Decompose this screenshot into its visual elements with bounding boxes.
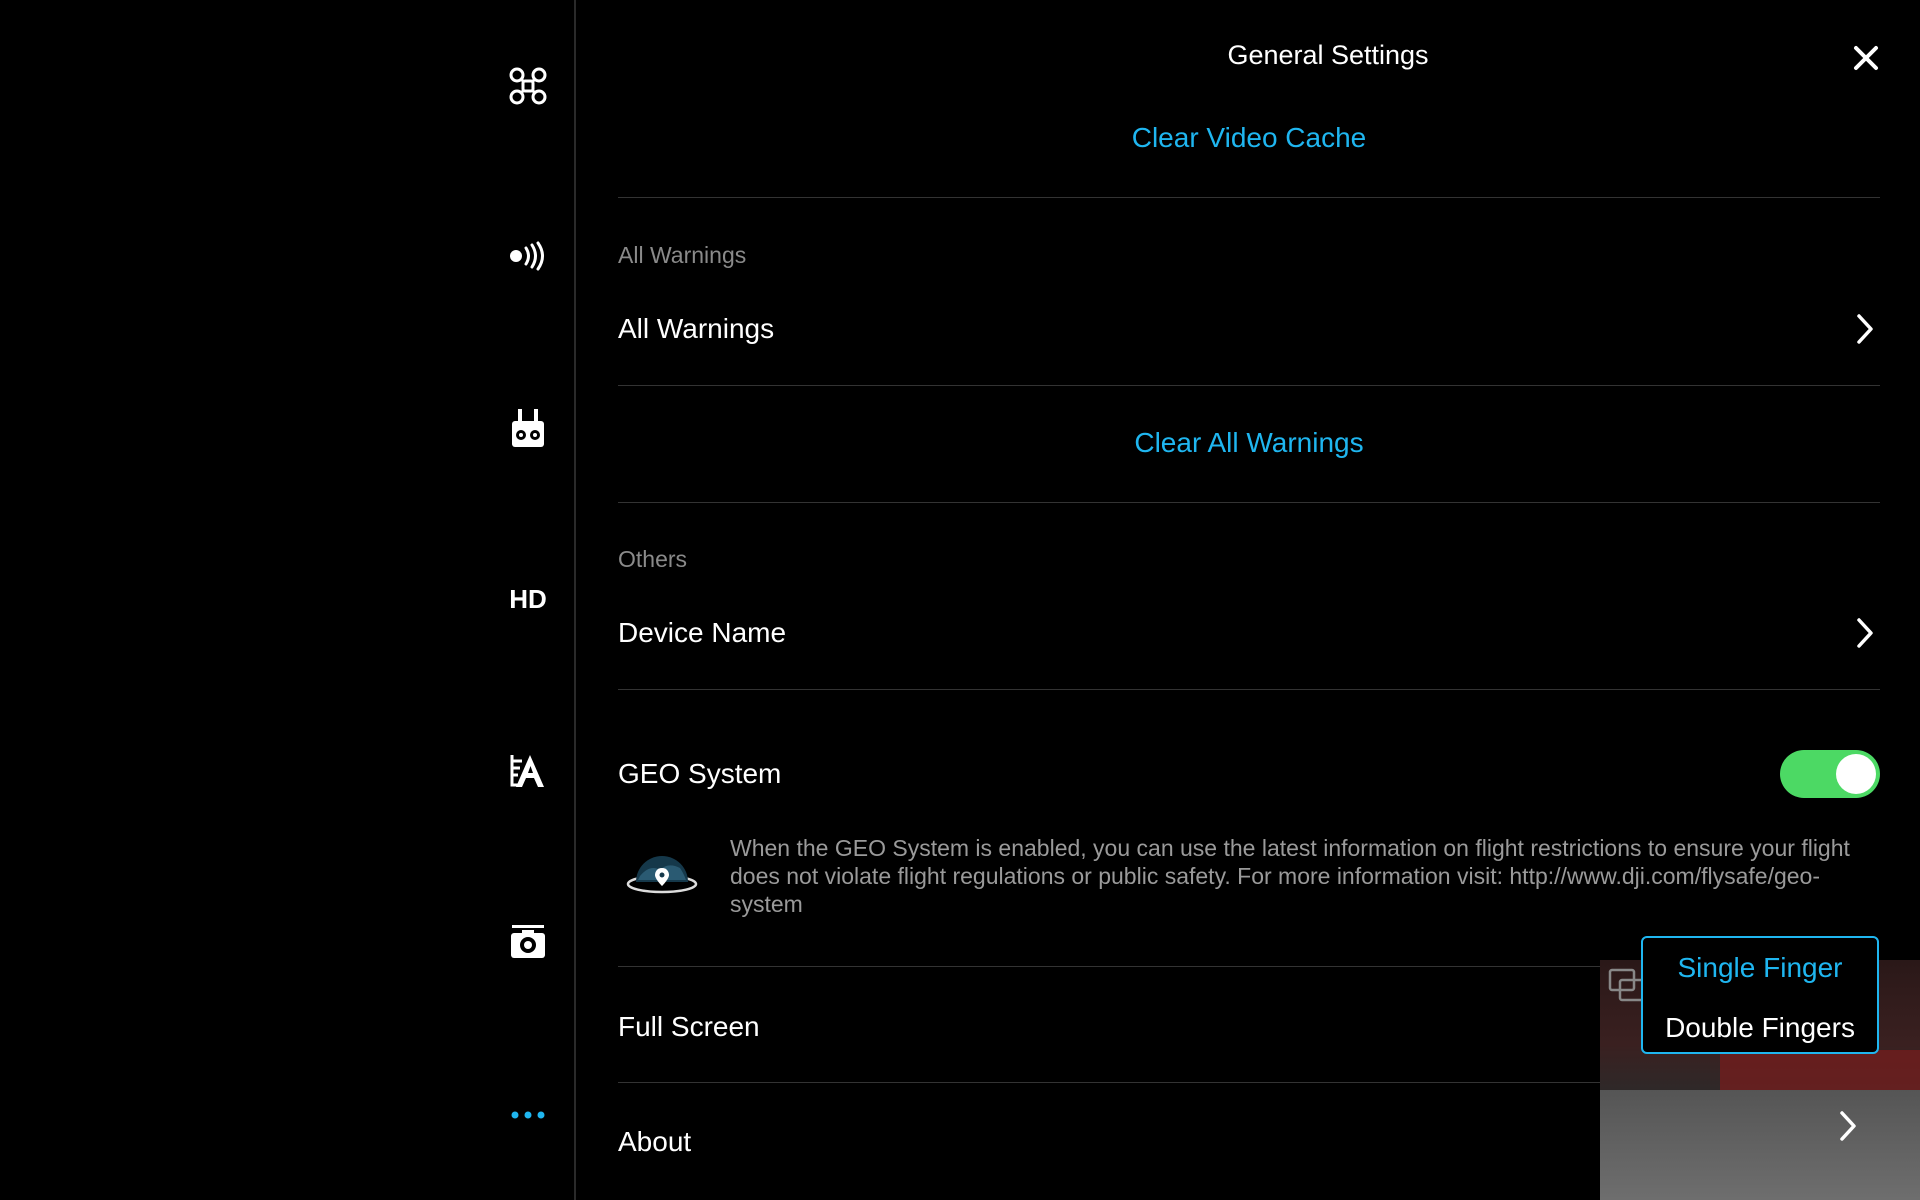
sidebar-item-sensors[interactable]	[493, 226, 563, 286]
sidebar-item-remote-controller[interactable]	[493, 398, 563, 458]
about-label: About	[618, 1126, 692, 1157]
sidebar-item-hd[interactable]: HD	[493, 569, 563, 629]
clear-all-warnings-button[interactable]: Clear All Warnings	[618, 427, 1880, 459]
sidebar-item-aircraft[interactable]	[493, 56, 563, 116]
full-screen-options-popup: Single Finger Double Fingers	[1641, 936, 1879, 1054]
option-single-finger[interactable]: Single Finger	[1643, 952, 1877, 984]
camera-icon	[509, 923, 547, 961]
all-warnings-row[interactable]: All Warnings	[618, 299, 1880, 359]
more-icon	[510, 1110, 546, 1120]
geo-system-label: GEO System	[618, 758, 782, 789]
drone-icon	[508, 66, 548, 106]
battery-aircraft-icon	[508, 751, 548, 791]
chevron-right-icon	[1850, 309, 1880, 349]
geo-system-row: GEO System	[618, 744, 1518, 804]
clear-video-cache-button[interactable]: Clear Video Cache	[618, 122, 1880, 154]
divider	[618, 197, 1880, 198]
hd-transmission-icon: HD	[509, 583, 547, 614]
section-label-warnings: All Warnings	[618, 242, 747, 268]
preview-floor	[1600, 1090, 1920, 1200]
device-name-label: Device Name	[618, 617, 787, 648]
close-button[interactable]	[1846, 38, 1886, 78]
sidebar-item-aircraft-battery[interactable]	[493, 741, 563, 801]
close-icon	[1846, 46, 1886, 82]
sidebar-item-general[interactable]	[493, 1085, 563, 1145]
about-row[interactable]: About	[618, 1112, 1518, 1172]
full-screen-row[interactable]: Full Screen	[618, 997, 1518, 1057]
geo-system-description: When the GEO System is enabled, you can …	[730, 835, 1850, 917]
signal-waves-icon	[508, 241, 548, 271]
remote-controller-icon	[510, 407, 546, 449]
option-double-fingers[interactable]: Double Fingers	[1643, 1012, 1877, 1044]
all-warnings-label: All Warnings	[618, 313, 775, 344]
toggle-knob	[1836, 754, 1876, 794]
page-title: General Settings	[1227, 40, 1429, 70]
app-window: HD General Settings Clear Video Cache Al…	[0, 0, 1920, 1200]
geo-globe-icon	[626, 842, 698, 898]
chevron-right-icon	[1850, 613, 1880, 653]
geo-system-toggle[interactable]	[1780, 750, 1880, 798]
divider	[618, 689, 1880, 690]
preview-scene	[1720, 1050, 1920, 1090]
device-name-row[interactable]: Device Name	[618, 603, 1880, 663]
full-screen-label: Full Screen	[618, 1011, 760, 1042]
about-chevron-right-icon[interactable]	[1838, 1110, 1858, 1147]
divider	[618, 385, 1880, 386]
settings-sidebar: HD	[0, 0, 576, 1200]
divider	[618, 502, 1880, 503]
section-label-others: Others	[618, 546, 688, 572]
sidebar-item-camera[interactable]	[493, 912, 563, 972]
